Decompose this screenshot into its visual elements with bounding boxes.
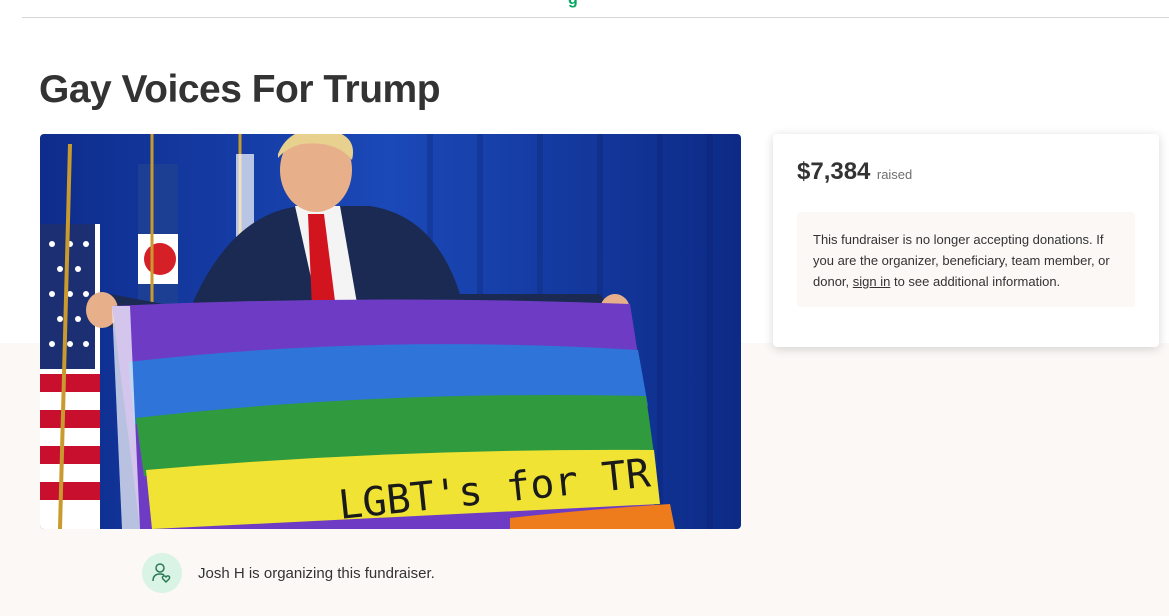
person-heart-icon [142,553,182,593]
raised-label: raised [876,167,913,182]
brand-logo[interactable]: g [568,0,578,8]
campaign-hero-image: LGBT's for TR [40,134,741,529]
sign-in-link[interactable]: sign in [853,274,891,289]
raised-amount: $7,384 [797,158,871,185]
top-navigation-bar: g [22,0,1169,18]
donations-closed-notice: This fundraiser is no longer accepting d… [797,212,1135,307]
organizer-text: Josh H is organizing this fundraiser. [198,564,435,582]
organizer-row: Josh H is organizing this fundraiser. [142,553,435,593]
page-title: Gay Voices For Trump [39,68,441,111]
donation-summary-card: $7,384 raised This fundraiser is no long… [773,134,1159,347]
raised-summary: $7,384 raised [797,158,912,186]
hero-photo: LGBT's for TR [40,134,741,529]
notice-text-end: to see additional information. [890,274,1061,289]
